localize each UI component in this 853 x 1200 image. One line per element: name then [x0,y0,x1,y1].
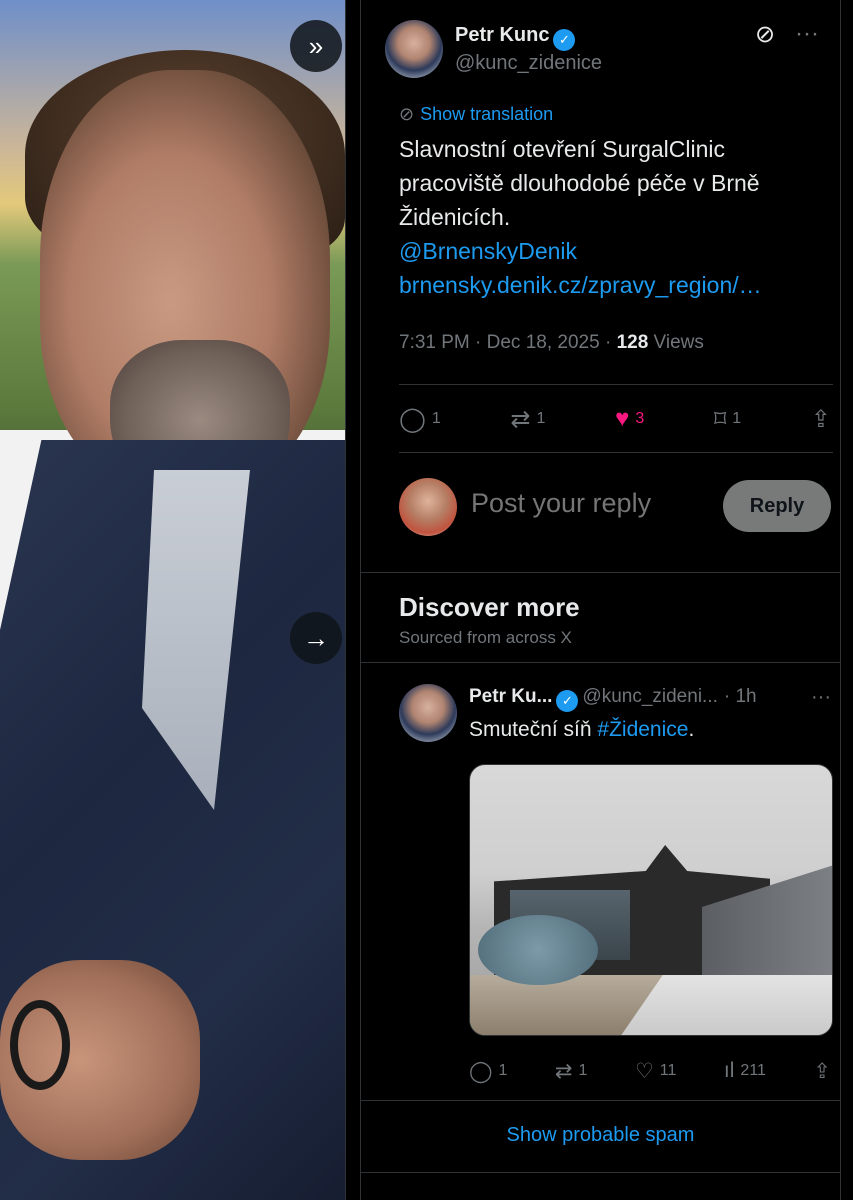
reply-action[interactable]: ◯ 1 [469,1059,507,1084]
author-handle[interactable]: @kunc_zidenice [455,52,602,75]
reply-icon: ◯ [469,1059,493,1083]
post-actions-bar: ◯ 1 ⇄ 1 ♥ 3 ⌑ 1 ⇪ [399,400,831,438]
reply-composer: Reply [399,478,831,538]
discover-more-subtitle: Sourced from across X [399,628,572,647]
like-action[interactable]: ♡ 11 [635,1059,676,1084]
repost-count: 1 [578,1062,588,1079]
show-translation-label: Show translation [420,104,554,124]
post-time[interactable]: · 1h [724,686,757,707]
discover-post-header: Petr Ku... ✓ @kunc_zideni... · 1h [469,686,831,712]
bookmark-count: 1 [732,410,742,427]
verified-badge-icon: ✓ [553,29,576,51]
external-link[interactable]: brnensky.denik.cz/zpravy_region/… [399,268,819,302]
repost-icon: ⇄ [510,405,531,433]
share-action[interactable]: ⇪ [811,405,831,434]
show-translation-link[interactable]: ⊘ Show translation [399,104,553,125]
collapse-panel-button[interactable]: » [290,20,342,72]
verified-badge-icon: ✓ [556,690,579,712]
mention-link[interactable]: @BrnenskyDenik [399,234,819,268]
post-text-line: pracoviště dlouhodobé péče v Brně [399,170,760,196]
post-timestamp[interactable]: 7:31 PM · Dec 18, 2025 · [399,332,617,353]
author-display-name[interactable]: Petr Kunc [455,24,549,46]
repost-action[interactable]: ⇄ 1 [555,1059,588,1084]
post-column: Petr Kunc ✓ @kunc_zidenice ⊘ ··· ⊘ Show tr… [360,0,841,1200]
reply-icon: ◯ [399,405,426,433]
divider [399,452,833,453]
divider [399,384,833,385]
reply-count: 1 [498,1062,508,1079]
divider [361,662,840,663]
like-count: 3 [635,410,645,427]
share-icon: ⇪ [813,1059,831,1083]
author-handle[interactable]: @kunc_zideni... [582,686,717,707]
post-header: Petr Kunc ✓ @kunc_zidenice ⊘ ··· [385,20,845,80]
show-probable-spam-link[interactable]: Show probable spam [361,1124,840,1147]
views-chart-icon: ıl [723,1059,735,1082]
heart-icon: ♥ [615,405,630,432]
reply-action[interactable]: ◯ 1 [399,405,441,434]
reply-input[interactable] [471,488,721,519]
more-options-icon[interactable]: ··· [795,20,819,48]
hashtag-link[interactable]: #Židenice [597,718,688,741]
image-tree [478,915,598,985]
author-name-row[interactable]: Petr Kunc ✓ [455,24,576,51]
views-label: Views [648,332,704,353]
post-text-line: Židenicích. [399,204,511,230]
share-icon: ⇪ [810,405,831,433]
like-action[interactable]: ♥ 3 [615,405,644,433]
views-count: 128 [616,332,649,353]
next-image-button[interactable]: → [290,612,342,664]
author-avatar[interactable] [385,20,443,78]
reply-button[interactable]: Reply [723,480,831,532]
post-image[interactable] [469,764,833,1036]
post-actions-bar: ◯ 1 ⇄ 1 ♡ 11 ıl 211 ⇪ [399,1056,831,1086]
repost-action[interactable]: ⇄ 1 [510,405,545,434]
post-detail-pane: Petr Kunc ✓ @kunc_zidenice ⊘ ··· ⊘ Show tr… [345,0,853,1200]
current-user-avatar[interactable] [399,478,457,536]
repost-icon: ⇄ [554,1059,573,1083]
like-count: 11 [659,1062,677,1079]
translate-icon: ⊘ [399,104,415,124]
divider [361,572,840,573]
views-count: 211 [740,1062,766,1079]
author-display-name[interactable]: Petr Ku... [469,686,552,707]
discover-more-heading: Discover more [399,592,580,622]
post-meta: 7:31 PM · Dec 18, 2025 · 128 Views [399,332,704,354]
post-text: Smuteční síň [469,718,598,741]
photo-scissors [10,1000,70,1090]
post-text-line: Slavnostní otevření SurgalClinic [399,136,725,162]
post-text: Slavnostní otevření SurgalClinic pracovi… [399,132,819,302]
views-action[interactable]: ıl 211 [724,1059,766,1083]
media-photo-viewer [0,0,345,1200]
share-action[interactable]: ⇪ [813,1059,831,1084]
divider [361,1172,840,1173]
post-text-end: . [688,718,695,741]
more-options-icon[interactable]: ··· [811,686,831,709]
heart-outline-icon: ♡ [634,1059,654,1083]
bookmark-action[interactable]: ⌑ 1 [714,405,741,434]
grok-icon[interactable]: ⊘ [755,20,775,49]
discover-post-text: Smuteční síň #Židenice. [469,718,694,742]
arrow-right-icon: → [303,622,329,653]
repost-count: 1 [536,410,546,427]
author-avatar[interactable] [399,684,457,742]
double-chevron-right-icon: » [308,30,324,61]
reply-count: 1 [431,410,441,427]
divider [361,1100,840,1101]
bookmark-icon: ⌑ [713,405,727,433]
